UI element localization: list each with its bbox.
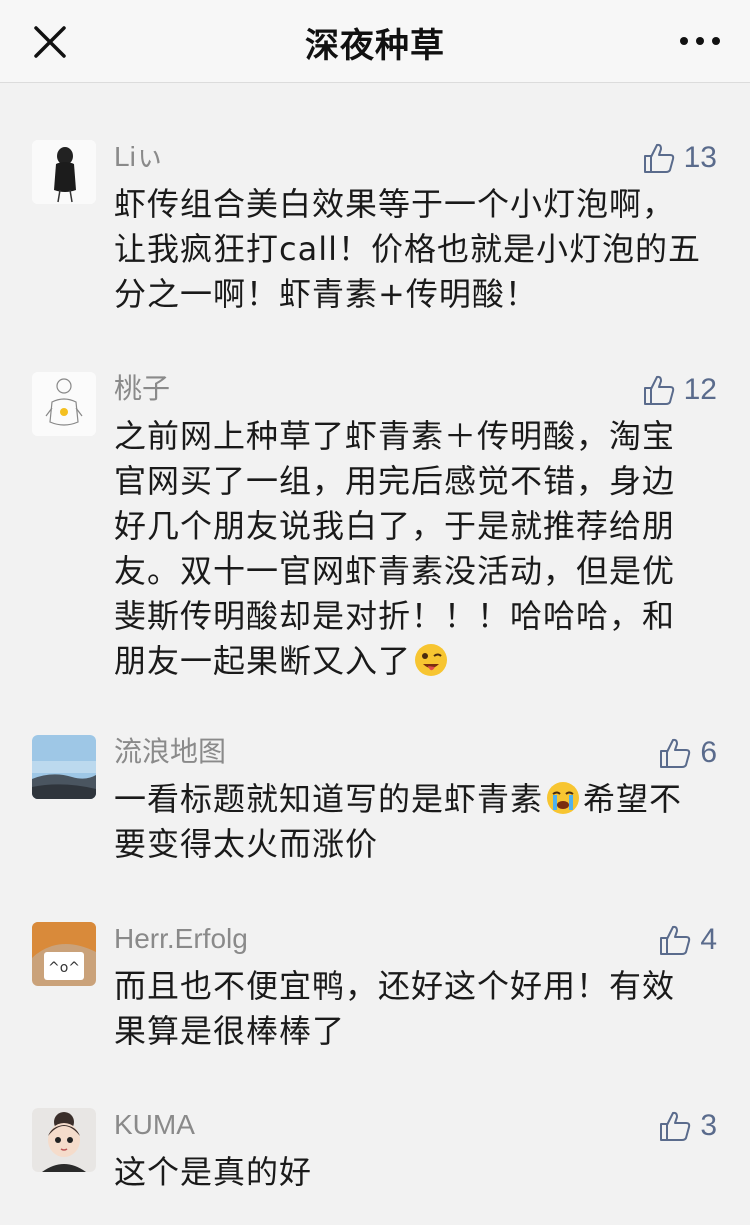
crying-emoji	[547, 782, 580, 814]
like-count: 12	[683, 373, 717, 406]
thumbs-up-icon	[643, 375, 674, 405]
page-title: 深夜种草	[305, 26, 445, 66]
like-count: 6	[700, 736, 717, 769]
like-count: 4	[700, 923, 717, 956]
thumbs-up-icon	[660, 1111, 691, 1141]
thumbs-up-icon	[643, 143, 674, 173]
top-bar: 深夜种草	[0, 0, 750, 83]
like-count: 3	[700, 1109, 717, 1142]
winking-tongue-emoji	[415, 644, 448, 676]
comment-text: 之前网上种草了虾青素＋传明酸，淘宝官网买了一组，用完后感觉不错，身边好几个朋友说…	[114, 414, 704, 684]
avatar[interactable]: ^o^	[32, 922, 96, 986]
username[interactable]: 桃子	[114, 372, 170, 406]
avatar[interactable]	[32, 372, 96, 436]
more-dots-icon	[680, 37, 720, 45]
comment-text: 而且也不便宜鸭，还好这个好用！有效果算是很棒棒了	[114, 967, 676, 1050]
like-button[interactable]: 12	[642, 372, 717, 408]
comment-text-body: 之前网上种草了虾青素＋传明酸，淘宝官网买了一组，用完后感觉不错，身边好几个朋友说…	[114, 417, 676, 680]
like-button[interactable]: 4	[658, 922, 717, 958]
avatar[interactable]	[32, 140, 96, 204]
like-button[interactable]: 3	[658, 1108, 717, 1144]
thumbs-up-icon	[660, 738, 691, 768]
avatar[interactable]	[32, 735, 96, 799]
username[interactable]: Herr.Erfolg	[114, 922, 248, 956]
username[interactable]: 流浪地图	[114, 735, 226, 769]
username[interactable]: Liぃ	[114, 140, 164, 174]
comment-text: 虾传组合美白效果等于一个小灯泡啊，让我疯狂打call！价格也就是小灯泡的五分之一…	[114, 185, 701, 313]
like-button[interactable]: 13	[642, 140, 717, 176]
comment-text: 这个是真的好	[114, 1153, 313, 1191]
username[interactable]: KUMA	[114, 1108, 195, 1142]
comment-text-part1: 一看标题就知道写的是虾青素	[114, 780, 544, 818]
like-count: 13	[683, 141, 717, 174]
avatar[interactable]	[32, 1108, 96, 1172]
more-options-button[interactable]	[676, 24, 724, 58]
svg-text:^o^: ^o^	[48, 960, 80, 976]
comment-text: 一看标题就知道写的是虾青素 希望不要变得太火而涨价	[114, 777, 704, 867]
like-button[interactable]: 6	[658, 735, 717, 771]
thumbs-up-icon	[660, 925, 691, 955]
